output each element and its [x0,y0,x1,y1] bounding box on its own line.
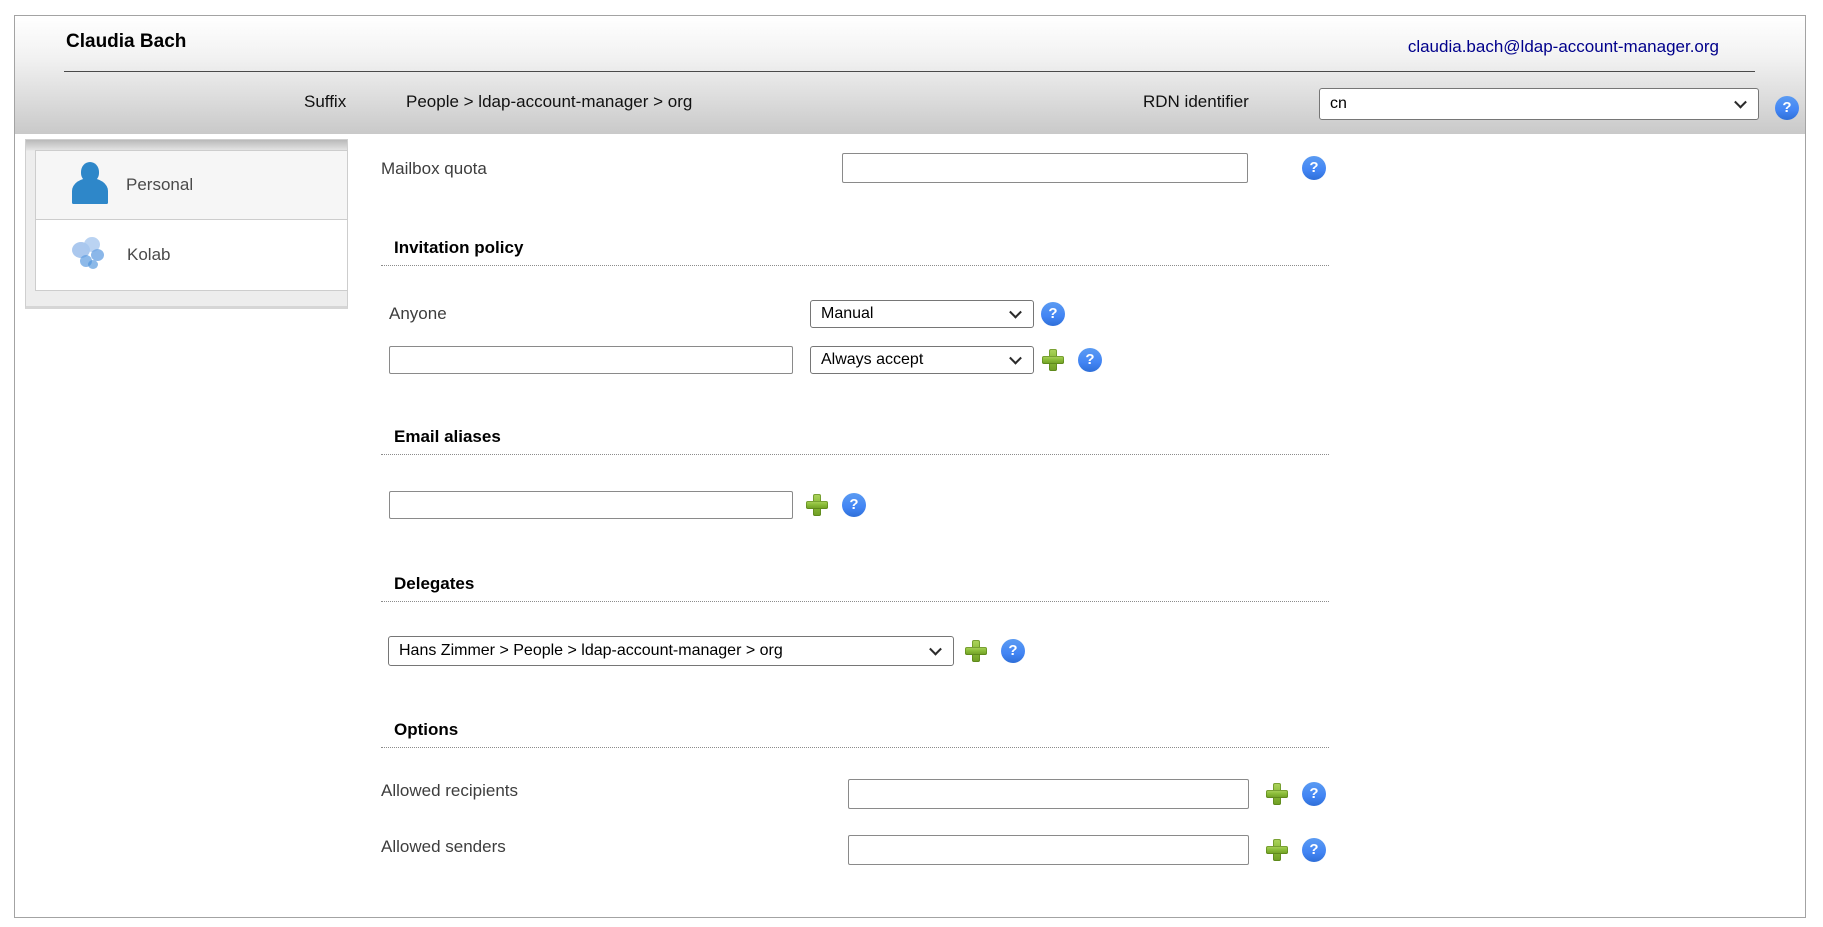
mailbox-quota-help-icon[interactable]: ? [1302,156,1326,180]
delegate-selected-value: Hans Zimmer > People > ldap-account-mana… [399,642,783,660]
kolab-icon [71,236,109,274]
title-bar: Claudia Bach claudia.bach@ldap-account-m… [15,16,1805,134]
new-invitation-policy-help-icon[interactable]: ? [1078,348,1102,372]
add-email-alias-icon[interactable] [806,494,828,516]
account-edit-panel: Claudia Bach claudia.bach@ldap-account-m… [14,15,1806,918]
suffix-label: Suffix [304,92,346,112]
mailbox-quota-input[interactable] [842,153,1248,183]
delegate-select[interactable]: Hans Zimmer > People > ldap-account-mana… [388,636,954,666]
new-invitation-policy-select[interactable]: Always accept [810,346,1034,374]
add-allowed-recipient-icon[interactable] [1266,783,1288,805]
allowed-recipients-label: Allowed recipients [381,781,518,801]
rdn-identifier-label: RDN identifier [1143,92,1249,112]
add-delegate-icon[interactable] [965,640,987,662]
account-email-link[interactable]: claudia.bach@ldap-account-manager.org [1408,37,1719,57]
tab-personal-label: Personal [126,175,193,195]
invitation-policy-help-icon[interactable]: ? [1041,302,1065,326]
chevron-down-icon [929,643,942,656]
tab-kolab[interactable]: Kolab [35,220,348,291]
section-title-email-aliases: Email aliases [381,427,1329,455]
suffix-value: People > ldap-account-manager > org [406,92,692,112]
invitation-policy-select[interactable]: Manual [810,300,1034,328]
section-title-invitation-policy: Invitation policy [381,238,1329,266]
chevron-down-icon [1009,306,1022,319]
tab-kolab-label: Kolab [127,245,170,265]
rdn-help-icon[interactable]: ? [1775,96,1799,120]
mailbox-quota-label: Mailbox quota [381,159,487,179]
new-invitation-policy-input[interactable] [389,346,793,374]
anyone-label: Anyone [389,304,447,324]
allowed-senders-help-icon[interactable]: ? [1302,838,1326,862]
module-tab-list: Personal Kolab [25,139,348,309]
allowed-recipients-input[interactable] [848,779,1249,809]
allowed-recipients-help-icon[interactable]: ? [1302,782,1326,806]
add-invitation-policy-icon[interactable] [1042,349,1064,371]
section-title-delegates: Delegates [381,574,1329,602]
allowed-senders-label: Allowed senders [381,837,506,857]
tab-personal[interactable]: Personal [35,150,348,220]
email-alias-input[interactable] [389,491,793,519]
person-icon [72,162,108,208]
page-title: Claudia Bach [66,31,186,53]
email-alias-help-icon[interactable]: ? [842,493,866,517]
new-invitation-policy-selected-value: Always accept [821,351,923,369]
invitation-policy-selected-value: Manual [821,305,873,323]
chevron-down-icon [1009,352,1022,365]
title-divider [64,71,1755,72]
rdn-identifier-select[interactable]: cn [1319,88,1759,120]
chevron-down-icon [1734,96,1747,109]
rdn-identifier-selected-value: cn [1330,95,1347,113]
section-title-options: Options [381,720,1329,748]
delegates-help-icon[interactable]: ? [1001,639,1025,663]
add-allowed-sender-icon[interactable] [1266,839,1288,861]
allowed-senders-input[interactable] [848,835,1249,865]
